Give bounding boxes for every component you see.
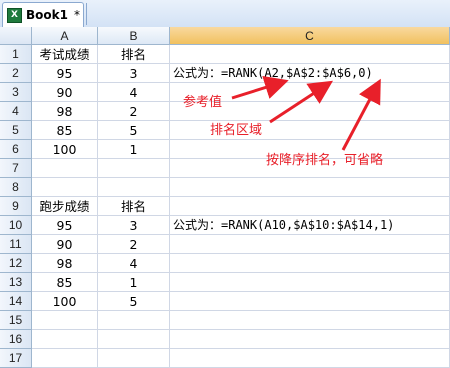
cell-a1[interactable]: 考试成绩 bbox=[32, 45, 98, 64]
row-header-13[interactable]: 13 bbox=[0, 273, 32, 292]
cell-b2[interactable]: 3 bbox=[98, 64, 170, 83]
cell-a15[interactable] bbox=[32, 311, 98, 330]
cell-b10[interactable]: 3 bbox=[98, 216, 170, 235]
row-header-8[interactable]: 8 bbox=[0, 178, 32, 197]
cell-b6[interactable]: 1 bbox=[98, 140, 170, 159]
cell-a17[interactable] bbox=[32, 349, 98, 368]
cell-b4[interactable]: 2 bbox=[98, 102, 170, 121]
cell-c9[interactable] bbox=[170, 197, 450, 216]
cell-a14[interactable]: 100 bbox=[32, 292, 98, 311]
cell-b7[interactable] bbox=[98, 159, 170, 178]
workbook-tab[interactable]: X Book1 * bbox=[2, 2, 84, 27]
cell-b9[interactable]: 排名 bbox=[98, 197, 170, 216]
cell-b12[interactable]: 4 bbox=[98, 254, 170, 273]
cell-b8[interactable] bbox=[98, 178, 170, 197]
row-header-3[interactable]: 3 bbox=[0, 83, 32, 102]
row-header-1[interactable]: 1 bbox=[0, 45, 32, 64]
cell-a8[interactable] bbox=[32, 178, 98, 197]
row-header-15[interactable]: 15 bbox=[0, 311, 32, 330]
row-header-9[interactable]: 9 bbox=[0, 197, 32, 216]
cell-c13[interactable] bbox=[170, 273, 450, 292]
cell-b17[interactable] bbox=[98, 349, 170, 368]
row-header-2[interactable]: 2 bbox=[0, 64, 32, 83]
cell-c17[interactable] bbox=[170, 349, 450, 368]
row-header-6[interactable]: 6 bbox=[0, 140, 32, 159]
cell-a10[interactable]: 95 bbox=[32, 216, 98, 235]
workbook-name: Book1 bbox=[26, 8, 68, 22]
cell-a16[interactable] bbox=[32, 330, 98, 349]
row-header-11[interactable]: 11 bbox=[0, 235, 32, 254]
row-header-10[interactable]: 10 bbox=[0, 216, 32, 235]
cell-c11[interactable] bbox=[170, 235, 450, 254]
tab-separator bbox=[86, 3, 87, 25]
column-header-c[interactable]: C bbox=[170, 27, 450, 45]
cell-b13[interactable]: 1 bbox=[98, 273, 170, 292]
workbook-tab-bar: X Book1 * bbox=[0, 0, 450, 28]
cell-a2[interactable]: 95 bbox=[32, 64, 98, 83]
cell-a9[interactable]: 跑步成绩 bbox=[32, 197, 98, 216]
column-header-b[interactable]: B bbox=[98, 27, 170, 45]
row-header-4[interactable]: 4 bbox=[0, 102, 32, 121]
column-header-a[interactable]: A bbox=[32, 27, 98, 45]
annotation-range: 排名区域 bbox=[210, 123, 263, 138]
cell-b1[interactable]: 排名 bbox=[98, 45, 170, 64]
row-header-16[interactable]: 16 bbox=[0, 330, 32, 349]
row-header-7[interactable]: 7 bbox=[0, 159, 32, 178]
row-header-5[interactable]: 5 bbox=[0, 121, 32, 140]
cell-a5[interactable]: 85 bbox=[32, 121, 98, 140]
cell-a12[interactable]: 98 bbox=[32, 254, 98, 273]
cell-b5[interactable]: 5 bbox=[98, 121, 170, 140]
cell-c2[interactable]: 公式为：=RANK(A2,$A$2:$A$6,0) bbox=[170, 64, 450, 83]
cell-c15[interactable] bbox=[170, 311, 450, 330]
row-header-12[interactable]: 12 bbox=[0, 254, 32, 273]
cell-c1[interactable] bbox=[170, 45, 450, 64]
select-all-corner[interactable] bbox=[0, 27, 32, 45]
cell-a7[interactable] bbox=[32, 159, 98, 178]
modified-indicator: * bbox=[73, 8, 80, 22]
row-header-14[interactable]: 14 bbox=[0, 292, 32, 311]
row-header-17[interactable]: 17 bbox=[0, 349, 32, 368]
cell-a3[interactable]: 90 bbox=[32, 83, 98, 102]
cell-c16[interactable] bbox=[170, 330, 450, 349]
cell-a6[interactable]: 100 bbox=[32, 140, 98, 159]
excel-file-icon: X bbox=[7, 7, 22, 23]
annotation-reference: 参考值 bbox=[183, 95, 223, 110]
cell-a13[interactable]: 85 bbox=[32, 273, 98, 292]
cell-c12[interactable] bbox=[170, 254, 450, 273]
cell-a4[interactable]: 98 bbox=[32, 102, 98, 121]
cell-b15[interactable] bbox=[98, 311, 170, 330]
cell-b16[interactable] bbox=[98, 330, 170, 349]
cell-c8[interactable] bbox=[170, 178, 450, 197]
cell-b11[interactable]: 2 bbox=[98, 235, 170, 254]
cell-b3[interactable]: 4 bbox=[98, 83, 170, 102]
annotation-order: 按降序排名，可省略 bbox=[266, 153, 384, 168]
cell-c10[interactable]: 公式为：=RANK(A10,$A$10:$A$14,1) bbox=[170, 216, 450, 235]
cell-b14[interactable]: 5 bbox=[98, 292, 170, 311]
cell-c14[interactable] bbox=[170, 292, 450, 311]
cell-a11[interactable]: 90 bbox=[32, 235, 98, 254]
